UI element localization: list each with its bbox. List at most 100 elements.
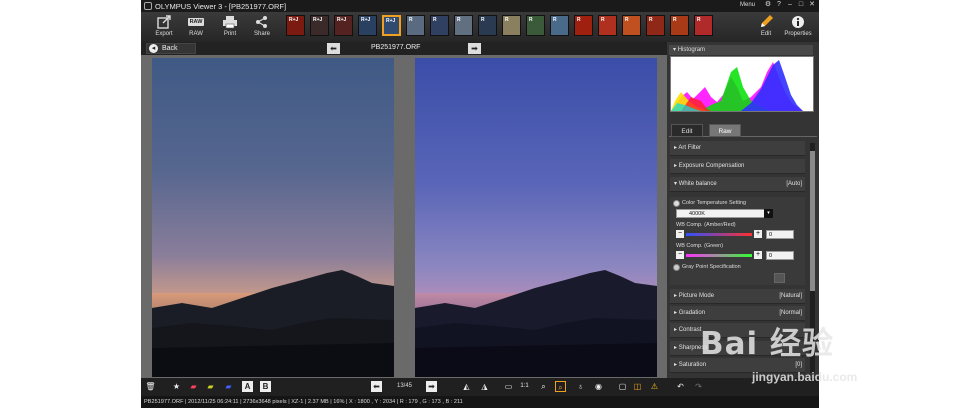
thumbnail-item[interactable]: R+J	[358, 15, 377, 36]
wb-green-minus-button[interactable]: −	[676, 251, 684, 259]
color-temp-value: 4000K	[689, 211, 705, 217]
color-temp-dropdown[interactable]: 4000K	[676, 209, 772, 218]
next-image-button[interactable]: ➡	[468, 43, 481, 54]
wb-amber-minus-button[interactable]: −	[676, 230, 684, 238]
thumbnail-item[interactable]: R	[454, 15, 473, 36]
pencil-icon	[751, 14, 781, 29]
white-balance-label: White balance	[678, 181, 717, 187]
raw-icon: RAW	[181, 14, 211, 29]
picture-mode-section[interactable]: ▸ Picture Mode [Natural]	[670, 289, 805, 304]
gradation-label: Gradation	[678, 310, 706, 316]
thumbnail-item[interactable]: R+J	[310, 15, 329, 36]
help-icon[interactable]: ?	[775, 1, 783, 9]
thumbnail-item[interactable]: R	[646, 15, 665, 36]
previous-button[interactable]: ⬅	[371, 381, 382, 392]
marker-icon[interactable]: ♁	[575, 381, 586, 392]
label-yellow-icon[interactable]: ▰	[205, 381, 216, 392]
loupe-icon[interactable]: ⌕	[555, 381, 566, 392]
back-button[interactable]: ◂ Back	[146, 43, 196, 54]
thumbnail-item[interactable]: R+J	[382, 15, 401, 36]
original-image[interactable]	[152, 58, 394, 377]
white-balance-section[interactable]: ▾ White balance [Auto]	[670, 177, 805, 192]
eyedropper-button[interactable]	[774, 273, 785, 283]
trash-icon[interactable]: 🗑	[145, 381, 156, 392]
exposure-section[interactable]: ▸ Exposure Compensation	[670, 159, 805, 174]
image-counter: 13/45	[397, 383, 413, 389]
actual-size-button[interactable]: 1:1	[519, 381, 530, 392]
label-blue-icon[interactable]: ▰	[223, 381, 234, 392]
thumbnail-tag: R	[457, 17, 461, 23]
raw-button[interactable]: RAW RAW	[181, 14, 211, 40]
eye-icon[interactable]: ◉	[593, 381, 604, 392]
color-temp-radio[interactable]	[673, 200, 680, 207]
close-button[interactable]: ✕	[808, 1, 816, 9]
left-arrow-icon: ⬅	[330, 44, 337, 53]
edited-image[interactable]	[415, 58, 657, 377]
compare-view-icon[interactable]: ◫	[632, 381, 643, 392]
thumbnail-item[interactable]: R	[406, 15, 425, 36]
menu-button[interactable]: Menu	[740, 2, 755, 8]
next-button[interactable]: ➡	[426, 381, 437, 392]
mark-a-button[interactable]: A	[242, 381, 253, 392]
thumbnail-item[interactable]: R	[550, 15, 569, 36]
wb-amber-slider[interactable]	[686, 233, 752, 236]
thumbnail-tag: R+J	[386, 18, 396, 24]
thumbnail-item[interactable]: R	[526, 15, 545, 36]
fit-screen-icon[interactable]: ▭	[503, 381, 514, 392]
print-button[interactable]: Print	[215, 14, 245, 40]
warning-icon[interactable]: ⚠	[649, 381, 660, 392]
export-button[interactable]: Export	[149, 14, 179, 40]
single-view-icon[interactable]: ▢	[617, 381, 628, 392]
maximize-button[interactable]: □	[797, 1, 805, 9]
tab-raw[interactable]: Raw	[709, 124, 741, 137]
properties-button[interactable]: Properties	[783, 14, 813, 40]
edit-mode-button[interactable]: Edit	[751, 14, 781, 40]
thumbnail-item[interactable]: R	[430, 15, 449, 36]
thumbnail-item[interactable]: R	[574, 15, 593, 36]
wb-amber-value[interactable]: 0	[766, 230, 794, 239]
wb-amber-label: WB Comp. (Amber/Red)	[676, 222, 736, 228]
edit-label: Edit	[760, 31, 772, 37]
share-button[interactable]: Share	[247, 14, 277, 40]
gray-point-radio[interactable]	[673, 264, 680, 271]
histogram-title: Histogram	[677, 47, 706, 53]
undo-icon[interactable]: ↶	[675, 381, 686, 392]
settings-icon[interactable]: ⚙	[764, 1, 772, 9]
wb-green-slider[interactable]	[686, 254, 752, 257]
thumbnail-tag: R	[505, 17, 509, 23]
thumbnail-item[interactable]: R	[478, 15, 497, 36]
thumbnail-item[interactable]: R+J	[286, 15, 305, 36]
zoom-icon[interactable]: ⌕	[538, 381, 549, 392]
view-mode-a-icon[interactable]: ◭	[461, 381, 472, 392]
redo-icon[interactable]: ↷	[693, 381, 704, 392]
back-arrow-icon: ◂	[149, 44, 158, 53]
properties-label: Properties	[784, 31, 812, 37]
thumbnail-item[interactable]: R	[502, 15, 521, 36]
tab-edit[interactable]: Edit	[671, 124, 703, 137]
printer-icon	[215, 14, 245, 29]
wb-amber-plus-button[interactable]: +	[754, 230, 762, 238]
baidu-watermark: Bai 经验	[700, 326, 834, 362]
art-filter-section[interactable]: ▸ Art Filter	[670, 141, 805, 156]
mark-b-button[interactable]: B	[260, 381, 271, 392]
thumbnail-tag: R	[553, 17, 557, 23]
minimize-button[interactable]: –	[786, 1, 794, 9]
thumbnail-item[interactable]: R	[622, 15, 641, 36]
scrollbar-thumb[interactable]	[810, 151, 815, 291]
thumbnail-item[interactable]: R	[598, 15, 617, 36]
label-red-icon[interactable]: ▰	[188, 381, 199, 392]
thumbnail-item[interactable]: R	[694, 15, 713, 36]
current-filename: PB251977.ORF	[371, 44, 421, 51]
thumbnail-item[interactable]: R	[670, 15, 689, 36]
bottom-toolbar: 🗑 ★ ▰ ▰ ▰ A B ⬅ 13/45 ➡ ◭ ◮ ▭ 1:1 ⌕ ⌕ ♁ …	[141, 378, 819, 396]
view-mode-b-icon[interactable]: ◮	[479, 381, 490, 392]
contrast-label: Contrast	[678, 327, 702, 333]
chevron-down-icon[interactable]: ▾	[764, 209, 773, 218]
star-icon[interactable]: ★	[171, 381, 182, 392]
wb-green-plus-button[interactable]: +	[754, 251, 762, 259]
histogram-header[interactable]: ▾ Histogram	[669, 45, 813, 55]
wb-green-value[interactable]: 0	[766, 251, 794, 260]
thumbnail-item[interactable]: R+J	[334, 15, 353, 36]
previous-image-button[interactable]: ⬅	[327, 43, 340, 54]
baidu-watermark-url: jingyan.baidu.com	[752, 370, 858, 384]
